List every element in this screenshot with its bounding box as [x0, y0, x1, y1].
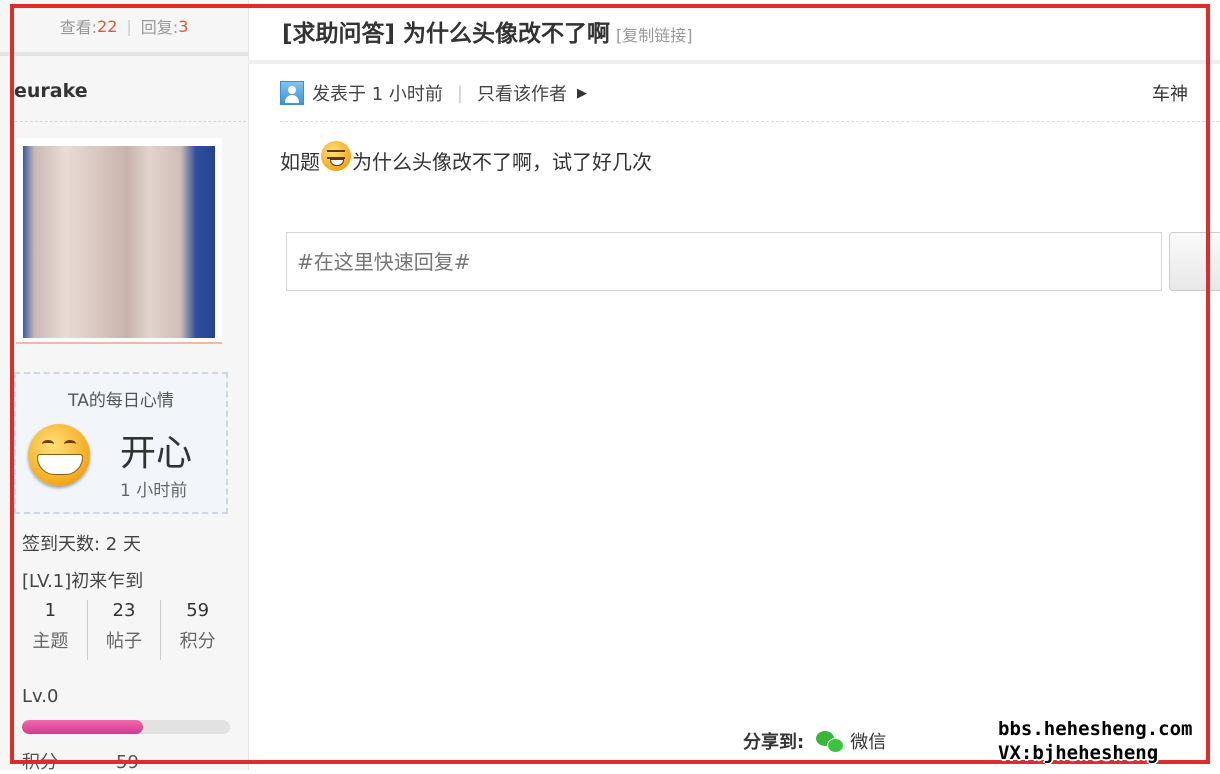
stats-divider: |: [126, 16, 132, 36]
avatar[interactable]: [16, 138, 222, 344]
share-row: 分享到: 微信: [743, 728, 886, 754]
wechat-icon[interactable]: [816, 729, 846, 753]
only-author-link[interactable]: 只看该作者: [477, 80, 567, 106]
daily-mood-box: TA的每日心情 开心 1 小时前: [14, 372, 228, 514]
replies-count: 3: [178, 16, 189, 36]
mood-time: 1 小时前: [120, 481, 188, 501]
squint-emoji-icon: [321, 140, 351, 171]
mood-text: 开心: [120, 433, 193, 474]
divider: [248, 60, 1220, 64]
thread-title: [求助问答] 为什么头像改不了啊 [复制链接]: [282, 14, 693, 48]
stat-points-value: 59: [186, 600, 210, 621]
author-username[interactable]: eurake: [14, 80, 88, 102]
views-count: 22: [97, 16, 118, 36]
meta-divider: |: [456, 82, 463, 104]
stat-posts-label: 帖子: [106, 631, 142, 652]
watermark-site: bbs.hehesheng.com: [998, 718, 1193, 740]
level-label: Lv.0: [22, 686, 59, 707]
avatar-image: [23, 146, 215, 338]
arrow-right-icon[interactable]: ▶: [577, 86, 587, 101]
author-tag[interactable]: 车神: [1152, 80, 1188, 106]
divider: [10, 121, 246, 122]
stat-topics-label: 主题: [32, 631, 69, 652]
stat-posts[interactable]: 23 帖子: [88, 600, 162, 660]
quick-reply-input[interactable]: [286, 232, 1162, 291]
post-content: 如题 为什么头像改不了啊，试了好几次: [280, 140, 652, 175]
level-title: [LV.1]初来乍到: [22, 571, 144, 592]
thread-title-text: [求助问答] 为什么头像改不了啊: [282, 21, 611, 47]
grin-emoji-icon: [28, 424, 90, 486]
author-sidebar: 查看: 22 | 回复: 3 eurake TA的每日心情 开心 1 小时前 签…: [0, 0, 249, 773]
level-progress-bar: [22, 720, 230, 734]
divider: [280, 121, 1220, 122]
post-content-body: 为什么头像改不了啊，试了好几次: [352, 150, 652, 174]
share-label: 分享到:: [743, 732, 805, 753]
stat-posts-value: 23: [112, 600, 136, 621]
share-wechat-link[interactable]: 微信: [850, 728, 886, 754]
mood-title: TA的每日心情: [68, 391, 174, 411]
replies-label: 回复:: [140, 18, 179, 37]
level-progress-fill: [22, 720, 143, 734]
user-icon: [280, 81, 304, 105]
post-meta: 发表于 1 小时前 | 只看该作者 ▶: [280, 80, 587, 106]
copy-link[interactable]: [复制链接]: [616, 26, 693, 45]
stat-topics[interactable]: 1 主题: [14, 600, 88, 660]
user-stats: 1 主题 23 帖子 59 积分: [14, 600, 234, 660]
views-label: 查看:: [59, 18, 98, 37]
stat-points-label: 积分: [179, 631, 216, 652]
points-row: 积分 59: [22, 748, 139, 774]
thread-stats: 查看: 22 | 回复: 3: [0, 0, 248, 56]
reply-submit-button[interactable]: [1169, 232, 1220, 291]
post-content-prefix: 如题: [280, 150, 320, 174]
post-time: 发表于 1 小时前: [312, 84, 443, 105]
watermark-contact: VX:bjhehesheng: [998, 742, 1159, 764]
stat-topics-value: 1: [44, 600, 57, 621]
checkin-days: 签到天数: 2 天: [22, 534, 141, 555]
stat-points[interactable]: 59 积分: [161, 600, 234, 660]
